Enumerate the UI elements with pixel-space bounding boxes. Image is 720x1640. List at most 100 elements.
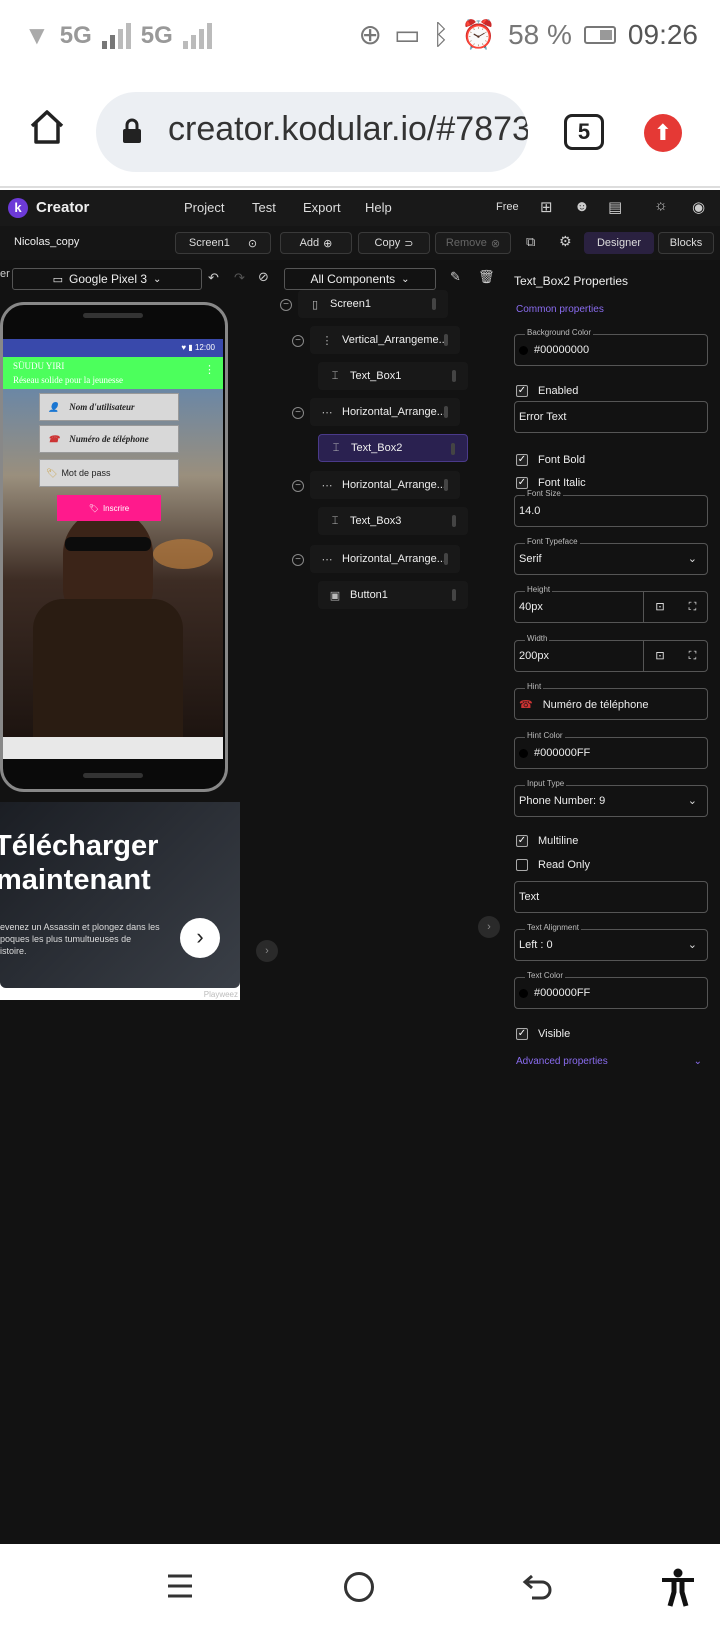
advanced-properties-toggle[interactable]: Advanced properties ⌄ <box>516 1056 702 1067</box>
fit-icon[interactable]: ⊡ <box>643 592 676 622</box>
back-icon[interactable] <box>522 1572 554 1602</box>
common-properties-toggle[interactable]: Common properties <box>516 304 604 315</box>
text-alignment-select[interactable]: Text Alignment Left : 0 ⌄ <box>514 923 708 961</box>
color-swatch-icon <box>519 988 528 998</box>
home-icon[interactable] <box>28 108 66 146</box>
hint-field[interactable]: Hint ☎ Numéro de téléphone <box>514 682 708 720</box>
font-italic-checkbox[interactable]: ✓ Font Italic <box>516 477 586 489</box>
battery-icon <box>583 25 616 44</box>
checkbox-unchecked-icon <box>516 859 528 871</box>
collapse-left-panel-icon[interactable]: › <box>256 940 278 962</box>
read-only-checkbox[interactable]: Read Only <box>516 859 590 871</box>
hint-color-field[interactable]: Hint Color #000000FF <box>514 731 708 769</box>
plan-badge[interactable]: Free <box>496 201 519 213</box>
register-button[interactable]: 🏷 Inscrire <box>57 495 161 521</box>
ad-arrow-button[interactable]: › <box>180 918 220 958</box>
screen-select[interactable]: Screen1 ⊙ <box>175 232 271 254</box>
remove-screen-button[interactable]: Remove ⊗ <box>435 232 511 254</box>
password-textbox[interactable]: 🏷 Mot de pass <box>39 459 179 487</box>
menu-help[interactable]: Help <box>365 200 392 215</box>
tree-node-text-box3[interactable]: ⌶ Text_Box3 <box>318 507 468 535</box>
tree-node-horizontal-arrangement-2[interactable]: ⋯ Horizontal_Arrange... <box>310 471 460 499</box>
copy-screen-button[interactable]: Copy ⊃ <box>358 232 430 254</box>
tree-node-text-box1[interactable]: ⌶ Text_Box1 <box>318 362 468 390</box>
error-text-field[interactable]: Error Text <box>514 401 708 433</box>
field-value: 14.0 <box>519 505 541 517</box>
recent-apps-icon[interactable] <box>166 1572 194 1600</box>
layers-icon[interactable]: ⧉ <box>526 234 535 250</box>
collapse-horizontal-arrangement-icon[interactable]: − <box>292 407 304 419</box>
new-folder-icon[interactable]: ⊞ <box>540 198 553 216</box>
chevron-down-icon: ⌄ <box>687 939 697 951</box>
field-label: Font Typeface <box>525 537 580 546</box>
tree-node-horizontal-arrangement-1[interactable]: ⋯ Horizontal_Arrange... <box>310 398 460 426</box>
multiline-checkbox[interactable]: ✓ Multiline <box>516 835 578 847</box>
visibility-off-icon[interactable]: ⊘ <box>258 269 269 285</box>
accessibility-icon[interactable] <box>660 1568 696 1608</box>
background-color-field[interactable]: Background Color #00000000 <box>514 328 708 366</box>
tree-node-vertical-arrangement[interactable]: ⋮ Vertical_Arrangeme... <box>310 326 460 354</box>
close-circle-icon: ⊗ <box>490 237 501 250</box>
tab-switcher-button[interactable]: 5 <box>564 114 604 150</box>
field-label: Text Color <box>525 971 566 980</box>
fullscreen-icon[interactable]: ⛶ <box>676 641 709 671</box>
username-textbox[interactable]: 👤 Nom d'utilisateur <box>39 393 179 421</box>
field-value: 200px <box>519 650 549 662</box>
home-circle-icon[interactable] <box>344 1572 374 1602</box>
theme-sun-icon[interactable]: ☼ <box>654 197 668 214</box>
input-type-select[interactable]: Input Type Phone Number: 9 ⌄ <box>514 779 708 817</box>
viewer-label-clipped: er <box>0 268 10 280</box>
font-typeface-select[interactable]: Font Typeface Serif ⌄ <box>514 537 708 575</box>
menu-export[interactable]: Export <box>303 200 341 215</box>
font-size-field[interactable]: Font Size 14.0 <box>514 489 708 527</box>
settings-gear-icon[interactable]: ⚙ <box>559 233 572 250</box>
update-arrow-icon[interactable]: ⬆ <box>644 114 682 152</box>
field-value: #00000000 <box>534 344 590 356</box>
collapse-screen1-icon[interactable]: − <box>280 299 292 311</box>
cast-icon: ▭ <box>393 19 421 50</box>
menu-test[interactable]: Test <box>252 200 276 215</box>
color-swatch-icon <box>519 748 528 758</box>
delete-icon[interactable]: 🗑 <box>478 269 495 285</box>
text-field[interactable]: Text <box>514 881 708 913</box>
fit-icon[interactable]: ⊡ <box>643 641 676 671</box>
tree-node-screen1[interactable]: ▯ Screen1 <box>298 290 448 318</box>
undo-icon[interactable]: ↶ <box>208 270 219 286</box>
tree-node-text-box2-selected[interactable]: ⌶ Text_Box2 <box>318 434 468 462</box>
collapse-horizontal-arrangement-icon[interactable]: − <box>292 554 304 566</box>
field-label: Text Alignment <box>525 923 582 932</box>
tree-node-horizontal-arrangement-3[interactable]: ⋯ Horizontal_Arrange... <box>310 545 460 573</box>
tree-node-label: Horizontal_Arrange... <box>342 479 446 491</box>
redo-icon[interactable]: ↷ <box>234 270 245 286</box>
designer-tab[interactable]: Designer <box>584 232 654 254</box>
width-field[interactable]: Width 200px ⊡ ⛶ <box>514 634 709 672</box>
components-filter[interactable]: All Components ⌄ <box>284 268 436 290</box>
enabled-checkbox[interactable]: ✓ Enabled <box>516 385 578 397</box>
palette-icon[interactable]: ☻ <box>574 198 590 215</box>
edit-pencil-icon[interactable]: ✎ <box>450 269 461 285</box>
fullscreen-icon[interactable]: ⛶ <box>676 592 709 622</box>
visible-checkbox[interactable]: ✓ Visible <box>516 1028 570 1040</box>
ad-banner[interactable]: Télécharger maintenant evenez un Assassi… <box>0 802 240 1000</box>
add-screen-button[interactable]: Add ⊕ <box>280 232 352 254</box>
tree-node-label: Button1 <box>350 589 388 601</box>
docs-icon[interactable]: ▤ <box>608 198 622 216</box>
menu-project[interactable]: Project <box>184 200 224 215</box>
phone-textbox[interactable]: ☎ Numéro de téléphone <box>39 425 179 453</box>
tree-node-button1[interactable]: ▣ Button1 <box>318 581 468 609</box>
field-value: Serif <box>519 553 542 565</box>
blocks-tab[interactable]: Blocks <box>658 232 714 254</box>
ad-brand: Playweez <box>203 990 238 999</box>
account-icon[interactable]: ◉ <box>692 198 705 216</box>
horizontal-arrangement-icon: ⋯ <box>321 553 333 566</box>
brand-title: Creator <box>36 199 90 216</box>
preview-status-bar: ♥ ▮ 12:00 <box>3 339 223 357</box>
collapse-horizontal-arrangement-icon[interactable]: − <box>292 480 304 492</box>
text-color-field[interactable]: Text Color #000000FF <box>514 971 708 1009</box>
address-bar[interactable]: creator.kodular.io/#7873 <box>96 92 528 172</box>
collapse-vertical-arrangement-icon[interactable]: − <box>292 335 304 347</box>
device-select[interactable]: ▭ Google Pixel 3 ⌄ <box>12 268 202 290</box>
height-field[interactable]: Height 40px ⊡ ⛶ <box>514 585 709 623</box>
font-bold-checkbox[interactable]: ✓ Font Bold <box>516 454 585 466</box>
collapse-right-panel-icon[interactable]: › <box>478 916 500 938</box>
